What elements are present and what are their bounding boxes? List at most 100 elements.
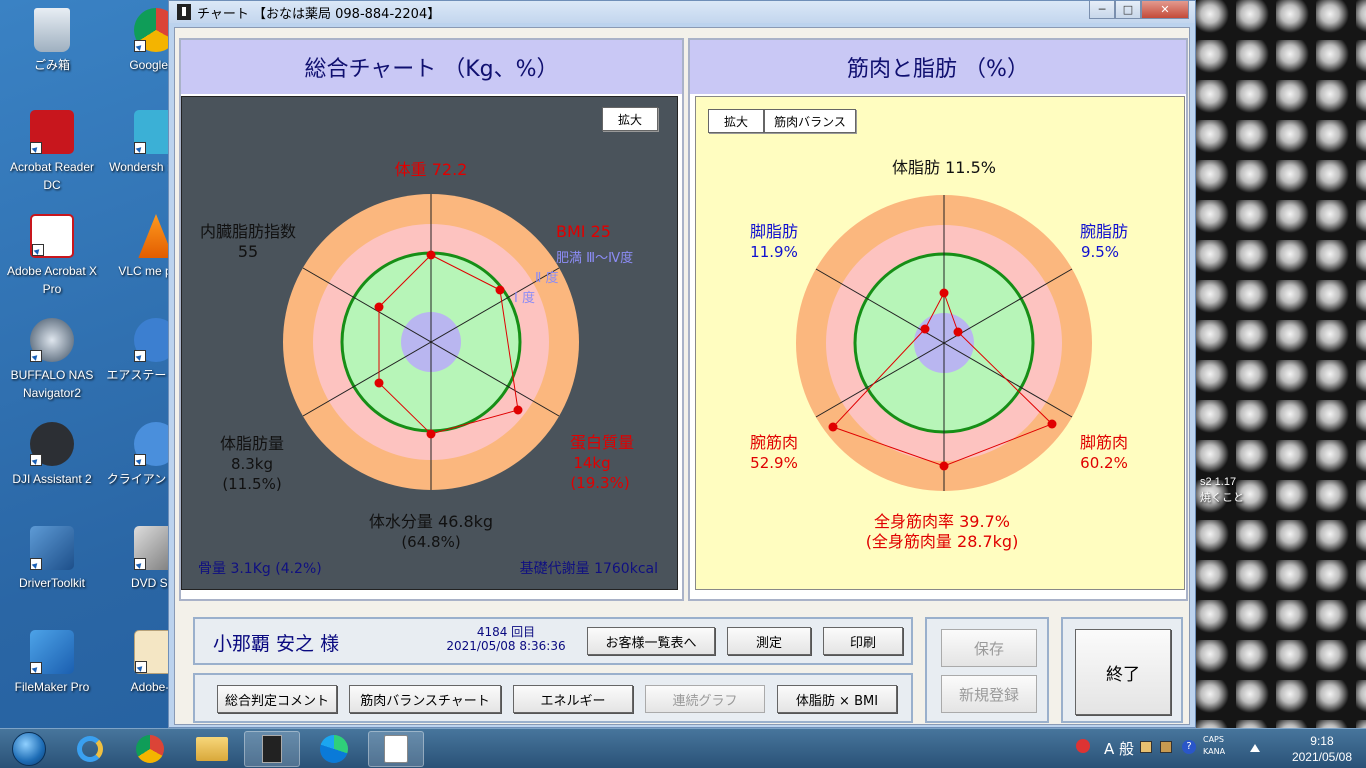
body-fat-label: 体脂肪 11.5% <box>892 158 996 177</box>
acrobat-x-pro-icon <box>30 214 74 258</box>
protein-title: 蛋白質量 <box>570 433 634 452</box>
body-water-pct: (64.8%) <box>401 533 460 551</box>
visceral-fat-title: 内臓脂肪指数 <box>200 222 296 241</box>
muscle-balance-button[interactable]: 筋肉バランス <box>764 109 856 133</box>
new-register-button[interactable]: 新規登録 <box>941 675 1037 713</box>
minimize-button[interactable]: ─ <box>1089 1 1115 19</box>
point-weight <box>426 250 436 260</box>
overall-radar-area: 拡大 体重 72.2 BMI 25 肥満 Ⅲ〜Ⅳ度 Ⅱ 度 Ⅰ 度 内臓脂肪指数… <box>181 96 678 590</box>
taskbar-explorer[interactable] <box>184 731 240 767</box>
measure-datetime: 2021/05/08 8:36:36 <box>446 639 566 653</box>
obese-level-1-label: Ⅰ 度 <box>514 290 535 306</box>
exit-button[interactable]: 終了 <box>1075 629 1171 715</box>
maximize-button[interactable]: □ <box>1115 1 1141 19</box>
print-button[interactable]: 印刷 <box>823 627 903 655</box>
point-arm-muscle <box>828 422 838 432</box>
point-fat <box>374 378 384 388</box>
clock-date: 2021/05/08 <box>1291 750 1352 764</box>
show-hidden-icons-icon[interactable] <box>1250 742 1260 752</box>
total-muscle-mass-label: (全身筋肉量 28.7kg) <box>866 532 1019 551</box>
leg-muscle-value: 60.2% <box>1080 454 1128 472</box>
arm-muscle-title: 腕筋肉 <box>750 433 798 452</box>
overall-comment-button[interactable]: 総合判定コメント <box>217 685 337 713</box>
dji-assistant-icon <box>30 422 74 466</box>
continuous-graph-button[interactable]: 連続グラフ <box>645 685 765 713</box>
obese-level-2-label: Ⅱ 度 <box>535 270 559 286</box>
buffalo-nas-shortcut[interactable]: BUFFALO NAS Navigator2 <box>0 318 104 402</box>
recycle-bin-shortcut[interactable]: ごみ箱 <box>0 8 104 74</box>
body-fat-bmi-button[interactable]: 体脂肪 × BMI <box>777 685 897 713</box>
muscle-balance-chart-button[interactable]: 筋肉バランスチャート <box>349 685 501 713</box>
visit-count: 4184 回目 <box>476 625 536 639</box>
muscle-fat-panel: 筋肉と脂肪 （%） 拡大 筋肉バランス 体脂肪 11.5% 脚脂肪 11.9% … <box>688 38 1188 601</box>
point-visceral <box>374 302 384 312</box>
point-arm-fat <box>953 327 963 337</box>
muscle-balance-chart-label: 筋肉バランスチャート <box>360 693 490 709</box>
leg-fat-title: 脚脂肪 <box>750 222 798 241</box>
window-title: チャート 【おなは薬局 098-884-2204】 <box>197 6 441 22</box>
obese-level-3-4-label: 肥満 Ⅲ〜Ⅳ度 <box>556 250 633 266</box>
overall-radar-chart: 体重 72.2 BMI 25 肥満 Ⅲ〜Ⅳ度 Ⅱ 度 Ⅰ 度 内臓脂肪指数 55… <box>198 160 658 577</box>
kana-indicator: KANA <box>1203 747 1226 756</box>
notification-icon[interactable] <box>1076 739 1090 753</box>
ime-dictionary-icon[interactable] <box>1160 741 1172 753</box>
dji-assistant-shortcut[interactable]: DJI Assistant 2 <box>0 422 104 488</box>
view-buttons-bar: 総合判定コメント 筋肉バランスチャート エネルギー 連続グラフ 体脂肪 × BM… <box>193 673 913 723</box>
recycle-bin-label: ごみ箱 <box>33 58 70 72</box>
ime-indicator[interactable]: A 般 <box>1104 738 1134 759</box>
arm-fat-value: 9.5% <box>1081 243 1119 261</box>
drivertoolkit-shortcut[interactable]: DriverToolkit <box>0 526 104 592</box>
filemaker-shortcut[interactable]: FileMaker Pro <box>0 630 104 696</box>
taskbar-edge[interactable] <box>306 731 362 767</box>
muscle-balance-label: 筋肉バランス <box>774 114 846 129</box>
ime-help-icon[interactable]: ? <box>1182 740 1196 754</box>
measure-label: 測定 <box>755 635 782 651</box>
muscle-expand-button[interactable]: 拡大 <box>708 109 764 133</box>
java-icon <box>384 735 408 763</box>
energy-button[interactable]: エネルギー <box>513 685 633 713</box>
arm-fat-title: 腕脂肪 <box>1080 222 1128 241</box>
customer-list-label: お客様一覧表へ <box>605 635 697 651</box>
leg-muscle-title: 脚筋肉 <box>1080 433 1128 452</box>
clock-time: 9:18 <box>1310 734 1334 748</box>
app-logo-icon <box>262 735 282 763</box>
title-bar[interactable]: チャート 【おなは薬局 098-884-2204】 ─ □ ✕ <box>169 1 1195 23</box>
system-clock[interactable]: 9:18 2021/05/08 <box>1292 733 1352 765</box>
customer-info-bar: 小那覇 安之 様 4184 回目 2021/05/08 8:36:36 お客様一… <box>193 617 913 665</box>
muscle-fat-title: 筋肉と脂肪 （%） <box>847 57 1029 82</box>
bmi-label: BMI 25 <box>556 222 611 241</box>
acrobat-reader-shortcut[interactable]: Acrobat Reader DC <box>0 110 104 194</box>
taskbar-chrome[interactable] <box>122 731 178 767</box>
filemaker-label: FileMaker Pro <box>14 680 90 694</box>
measure-button[interactable]: 測定 <box>727 627 811 655</box>
body-water-label: 体水分量 46.8kg <box>369 512 493 531</box>
internet-explorer-icon <box>77 736 103 762</box>
acrobat-x-pro-shortcut[interactable]: Adobe Acrobat X Pro <box>0 214 104 298</box>
leg-fat-value: 11.9% <box>750 243 798 261</box>
windows-start-icon <box>12 732 46 766</box>
taskbar-ie[interactable] <box>62 731 118 767</box>
muscle-fat-radar-area: 拡大 筋肉バランス 体脂肪 11.5% 脚脂肪 11.9% 腕脂肪 9.5% 腕… <box>695 96 1185 590</box>
point-leg-muscle <box>1047 419 1057 429</box>
new-register-label: 新規登録 <box>958 685 1019 704</box>
acrobat-reader-label: Acrobat Reader DC <box>9 160 95 192</box>
overall-expand-button[interactable]: 拡大 <box>602 107 658 131</box>
total-muscle-rate-label: 全身筋肉率 39.7% <box>874 512 1010 531</box>
arm-muscle-value: 52.9% <box>750 454 798 472</box>
close-button[interactable]: ✕ <box>1141 1 1189 19</box>
ime-tool-icon[interactable] <box>1140 741 1152 753</box>
visceral-fat-value: 55 <box>238 242 258 261</box>
point-total-muscle <box>939 461 949 471</box>
partial-right-shortcut[interactable]: s2 1.17 焼くこと <box>1200 474 1244 506</box>
muscle-expand-label: 拡大 <box>723 114 748 129</box>
taskbar-java[interactable] <box>368 731 424 767</box>
save-button[interactable]: 保存 <box>941 629 1037 667</box>
taskbar-chart-app[interactable] <box>244 731 300 767</box>
exit-group: 終了 <box>1061 617 1183 723</box>
start-button[interactable] <box>4 731 54 767</box>
buffalo-nas-icon <box>30 318 74 362</box>
customer-list-button[interactable]: お客様一覧表へ <box>587 627 715 655</box>
dji-assistant-label: DJI Assistant 2 <box>12 472 92 486</box>
protein-pct: (19.3%) <box>570 474 629 492</box>
bone-mass-label: 骨量 3.1Kg (4.2%) <box>198 561 322 577</box>
